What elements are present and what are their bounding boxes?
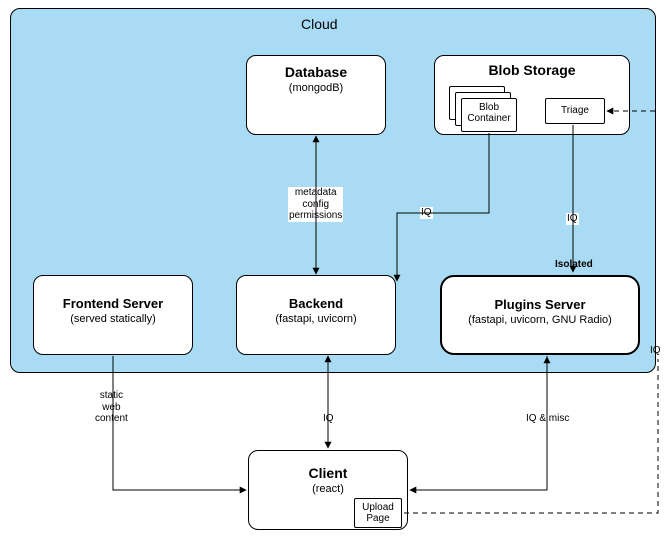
edge-blob-plugins-label: IQ	[566, 213, 579, 225]
blob-storage-title: Blob Storage	[435, 62, 629, 78]
edge-frontend-client-label: static web content	[94, 390, 129, 425]
edge-plugins-client-label: IQ & misc	[525, 413, 570, 425]
upload-page: UploadPage	[354, 498, 402, 528]
edge-frontend-client	[113, 356, 246, 490]
client-sub: (react)	[249, 483, 407, 495]
blob-container: BlobContainer	[461, 98, 517, 132]
edge-blob-backend-label: IQ	[420, 207, 433, 219]
backend-sub: (fastapi, uvicorn)	[237, 313, 395, 325]
backend-title: Backend	[237, 296, 395, 311]
plugins-title: Plugins Server	[442, 297, 638, 312]
node-plugins: Plugins Server (fastapi, uvicorn, GNU Ra…	[440, 275, 640, 355]
edge-db-backend-label: metadata config permissions	[288, 187, 343, 222]
frontend-title: Frontend Server	[34, 296, 192, 311]
database-title: Database	[247, 64, 385, 80]
triage-box: Triage	[545, 98, 605, 124]
edge-backend-client-label: IQ	[322, 413, 335, 425]
isolated-tag: Isolated	[554, 259, 594, 271]
database-sub: (mongodB)	[247, 82, 385, 94]
plugins-sub: (fastapi, uvicorn, GNU Radio)	[442, 314, 638, 326]
node-frontend: Frontend Server (served statically)	[33, 275, 193, 355]
node-backend: Backend (fastapi, uvicorn)	[236, 275, 396, 355]
edge-upload-iq	[404, 359, 658, 513]
architecture-diagram: Cloud Database (mongodB) Blob Storage Bl…	[0, 0, 669, 541]
node-database: Database (mongodB)	[246, 55, 386, 135]
frontend-sub: (served statically)	[34, 313, 192, 325]
client-title: Client	[249, 465, 407, 481]
cloud-title: Cloud	[300, 16, 339, 32]
edge-triage-iq-label: IQ	[649, 345, 662, 357]
